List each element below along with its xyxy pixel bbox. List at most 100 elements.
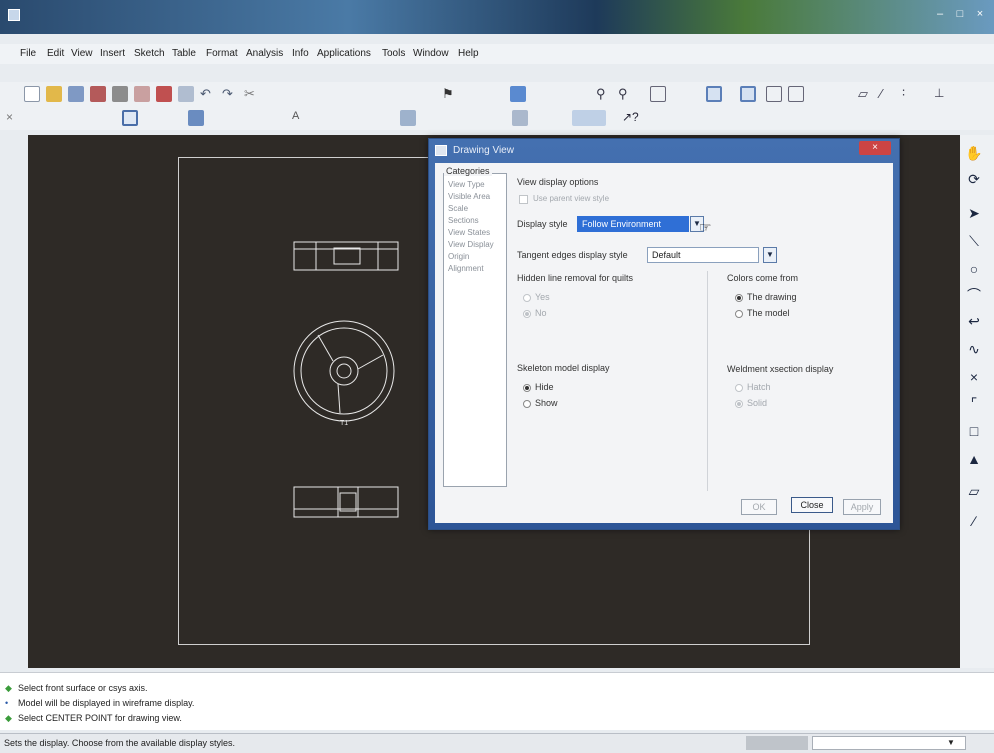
category-view-display[interactable]: View Display: [448, 240, 494, 249]
line-icon[interactable]: ⟍: [964, 231, 984, 251]
circle-icon[interactable]: ○: [964, 259, 984, 279]
minimize-icon[interactable]: –: [932, 7, 948, 21]
zoom-in-icon[interactable]: ⚲: [596, 86, 612, 102]
table-icon[interactable]: [122, 110, 138, 126]
save-icon[interactable]: [68, 86, 84, 102]
select-arrow-icon[interactable]: ➤: [964, 203, 984, 223]
shading-icon[interactable]: [740, 86, 756, 102]
cut-icon[interactable]: ✂: [244, 86, 260, 102]
menu-edit[interactable]: Edit: [47, 48, 64, 59]
menu-view[interactable]: View: [71, 48, 93, 59]
skeleton-show-label: Show: [535, 398, 558, 408]
menu-sketch[interactable]: Sketch: [134, 48, 165, 59]
menu-file[interactable]: File: [20, 48, 36, 59]
dialog-close-icon[interactable]: ×: [859, 141, 891, 155]
menu-help[interactable]: Help: [458, 48, 479, 59]
window-icon[interactable]: [178, 86, 194, 102]
category-scale[interactable]: Scale: [448, 204, 468, 213]
use-parent-checkbox[interactable]: [519, 195, 528, 204]
section-icon[interactable]: [512, 110, 528, 126]
spline-icon[interactable]: ∿: [964, 339, 984, 359]
category-view-type[interactable]: View Type: [448, 180, 485, 189]
skeleton-hide-radio[interactable]: [523, 384, 531, 392]
close-window-icon[interactable]: ×: [6, 110, 22, 126]
menu-analysis[interactable]: Analysis: [246, 48, 283, 59]
tangent-dropdown-icon[interactable]: ▼: [763, 247, 777, 263]
hidden-yes-label: Yes: [535, 292, 550, 302]
section-title: View display options: [517, 177, 599, 187]
spin-icon[interactable]: ⟳: [964, 169, 984, 189]
general-view-icon[interactable]: [400, 110, 416, 126]
menu-applications[interactable]: Applications: [317, 48, 371, 59]
csys-icon[interactable]: ⊥: [934, 86, 950, 102]
close-icon[interactable]: ×: [972, 7, 988, 21]
datum-points-icon[interactable]: ∶: [902, 86, 918, 102]
point-icon[interactable]: ×: [964, 367, 984, 387]
category-alignment[interactable]: Alignment: [448, 264, 484, 273]
menu-format[interactable]: Format: [206, 48, 238, 59]
zoom-out-icon[interactable]: ⚲: [618, 86, 634, 102]
datum-planes-icon[interactable]: ▱: [858, 86, 874, 102]
drawing-view-dialog: Drawing View × Categories View Type Visi…: [428, 138, 900, 530]
arc-icon[interactable]: ⌒: [964, 285, 984, 305]
category-origin[interactable]: Origin: [448, 252, 469, 261]
category-visible-area[interactable]: Visible Area: [448, 192, 490, 201]
app-icon: [8, 9, 20, 21]
copy-icon[interactable]: [134, 86, 150, 102]
menu-info[interactable]: Info: [292, 48, 309, 59]
paste-icon[interactable]: [156, 86, 172, 102]
tangent-select[interactable]: Default: [647, 247, 759, 263]
tangent-label: Tangent edges display style: [517, 250, 628, 260]
category-sections[interactable]: Sections: [448, 216, 479, 225]
hidden-no-radio[interactable]: [523, 310, 531, 318]
slash-icon[interactable]: ∕: [964, 511, 984, 531]
datum-axes-icon[interactable]: ⁄: [880, 86, 896, 102]
svg-text:T1: T1: [340, 420, 348, 427]
redo-icon[interactable]: ↷: [222, 86, 238, 102]
grid-icon[interactable]: [572, 110, 606, 126]
open-folder-icon[interactable]: [46, 86, 62, 102]
regenerate-icon[interactable]: [510, 86, 526, 102]
printer-icon[interactable]: [112, 86, 128, 102]
message-line: Select front surface or csys axis.: [18, 683, 148, 693]
undo-icon[interactable]: ↶: [200, 86, 216, 102]
display-style-icon[interactable]: [706, 86, 722, 102]
menu-table[interactable]: Table: [172, 48, 196, 59]
hatch-icon[interactable]: ▲: [964, 449, 984, 469]
parallelogram-icon[interactable]: ▱: [964, 481, 984, 501]
menu-insert[interactable]: Insert: [100, 48, 125, 59]
colors-drawing-radio[interactable]: [735, 294, 743, 302]
hidden-line-icon[interactable]: [766, 86, 782, 102]
filter-dropdown[interactable]: [812, 736, 966, 750]
weldment-solid-radio[interactable]: [735, 400, 743, 408]
apply-button[interactable]: Apply: [843, 499, 881, 515]
new-file-icon[interactable]: [24, 86, 40, 102]
menu-window[interactable]: Window: [413, 48, 449, 59]
colors-model-radio[interactable]: [735, 310, 743, 318]
weldment-hatch-radio[interactable]: [735, 384, 743, 392]
chamfer-icon[interactable]: ⌜: [964, 393, 984, 413]
note-icon[interactable]: A: [292, 110, 308, 126]
skeleton-show-radio[interactable]: [523, 400, 531, 408]
close-button[interactable]: Close: [791, 497, 833, 513]
offset-icon[interactable]: □: [964, 421, 984, 441]
check-icon: ◆: [5, 683, 12, 693]
no-hidden-icon[interactable]: [788, 86, 804, 102]
colors-model-label: The model: [747, 308, 790, 318]
print-icon[interactable]: [90, 86, 106, 102]
weldment-solid-label: Solid: [747, 398, 768, 408]
find-icon[interactable]: ⚑: [442, 86, 458, 102]
refit-icon[interactable]: [650, 86, 666, 102]
dialog-icon: [435, 145, 447, 156]
pan-hand-icon[interactable]: ✋: [964, 143, 984, 163]
category-view-states[interactable]: View States: [448, 228, 490, 237]
display-style-select[interactable]: Follow Environment: [577, 216, 689, 232]
menu-tools[interactable]: Tools: [382, 48, 405, 59]
ok-button[interactable]: OK: [741, 499, 777, 515]
hidden-yes-radio[interactable]: [523, 294, 531, 302]
help-pointer-icon[interactable]: ↗?: [622, 110, 639, 126]
filter-dropdown-arrow-icon[interactable]: ▼: [944, 737, 958, 749]
fillet-icon[interactable]: ↩: [964, 311, 984, 331]
maximize-icon[interactable]: □: [952, 7, 968, 21]
model-tree-icon[interactable]: [188, 110, 204, 126]
